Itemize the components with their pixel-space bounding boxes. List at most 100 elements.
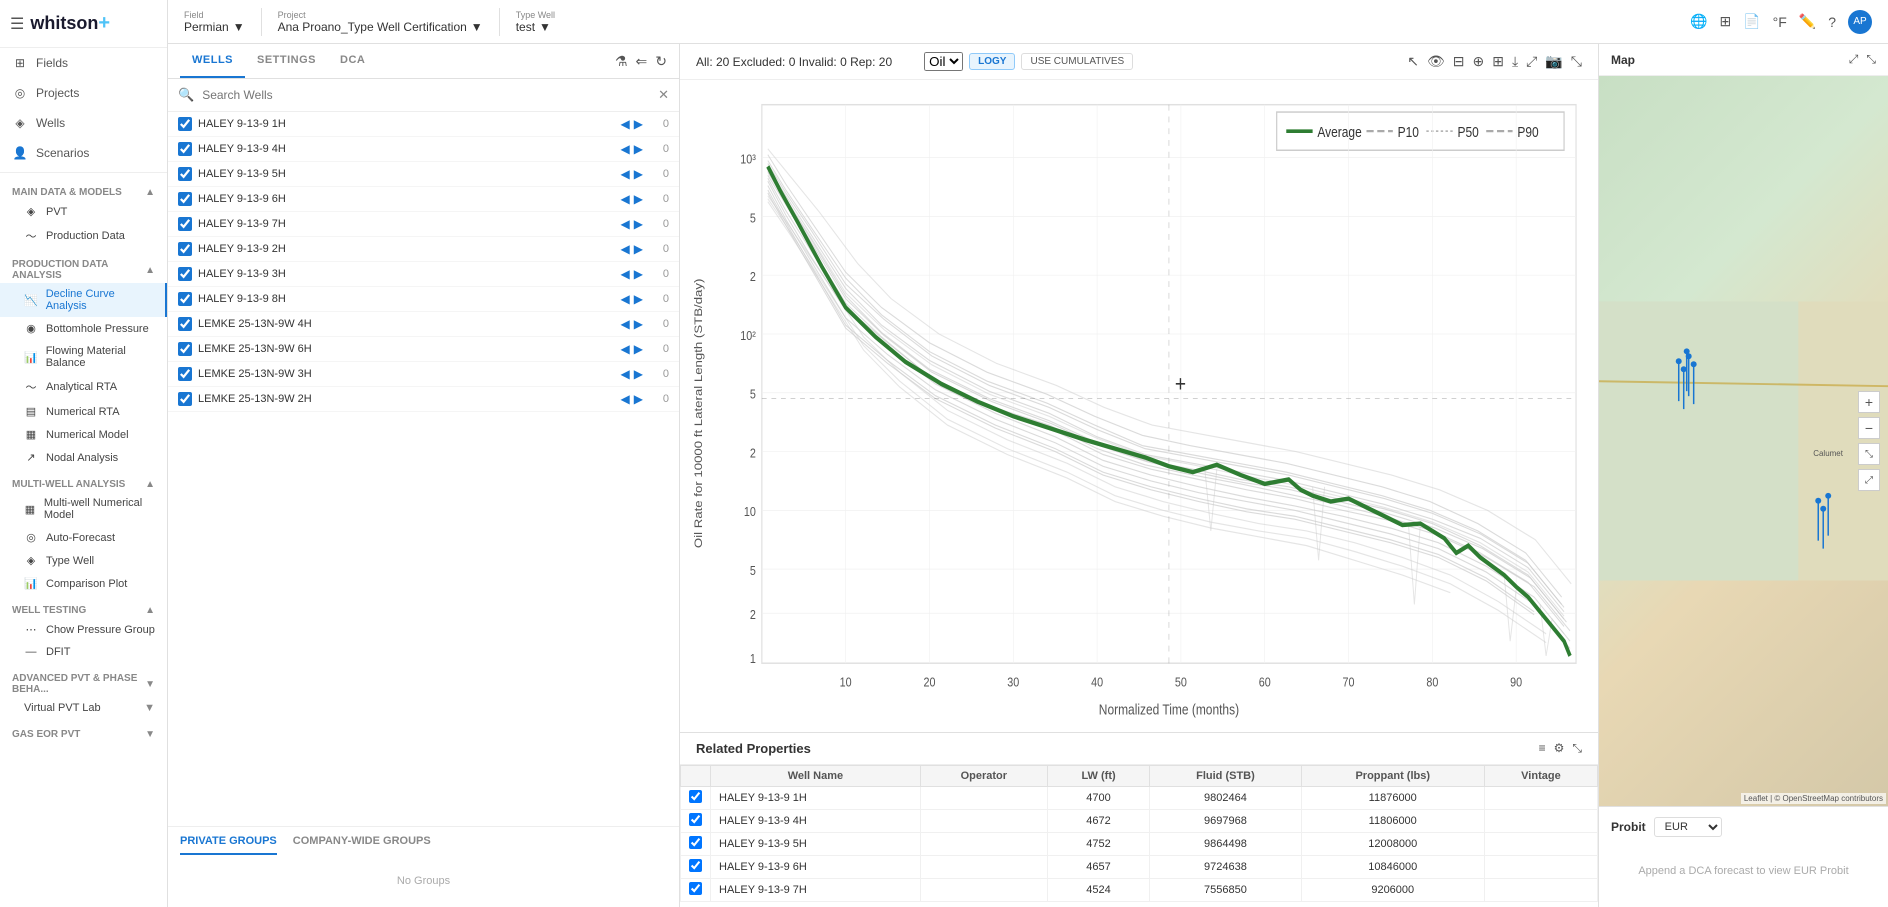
well-checkbox-3[interactable]: [178, 167, 192, 181]
expand-icon[interactable]: ⤡: [1571, 53, 1582, 70]
project-selector[interactable]: Project Ana Proano_Type Well Certificati…: [278, 10, 483, 34]
arrow-left-10[interactable]: ◀: [621, 342, 630, 356]
sidebar-item-numerical-model[interactable]: ▦ Numerical Model: [0, 423, 167, 446]
map-fullscreen-btn[interactable]: ⤡: [1858, 443, 1880, 465]
arrow-right-8[interactable]: ▶: [634, 292, 643, 306]
sidebar-item-dca[interactable]: 📉 Decline Curve Analysis: [0, 283, 167, 317]
table-icon[interactable]: ⊟: [1453, 53, 1465, 70]
arrow-left-12[interactable]: ◀: [621, 392, 630, 406]
help-icon[interactable]: ?: [1828, 14, 1836, 30]
well-checkbox-9[interactable]: [178, 317, 192, 331]
arrow-left-9[interactable]: ◀: [621, 317, 630, 331]
fluid-selector[interactable]: Oil: [924, 52, 963, 71]
temperature-icon[interactable]: °F: [1773, 14, 1787, 30]
chevron-icon-5[interactable]: ▼: [145, 679, 155, 690]
well-checkbox-6[interactable]: [178, 242, 192, 256]
sidebar-item-chow[interactable]: ⋯ Chow Pressure Group: [0, 618, 167, 641]
arrow-right-5[interactable]: ▶: [634, 217, 643, 231]
sidebar-item-bottomhole[interactable]: ◉ Bottomhole Pressure: [0, 317, 167, 340]
arrow-right-9[interactable]: ▶: [634, 317, 643, 331]
logy-button[interactable]: LOGY: [969, 53, 1015, 70]
arrow-left-6[interactable]: ◀: [621, 242, 630, 256]
settings-icon[interactable]: ⚙: [1554, 741, 1565, 756]
refresh-icon[interactable]: ↻: [655, 53, 667, 70]
download-icon[interactable]: ⤓: [1512, 53, 1518, 70]
row-checkbox-3[interactable]: [689, 836, 702, 849]
sidebar-item-production-data[interactable]: 〜 Production Data: [0, 223, 167, 249]
avatar-icon[interactable]: AP: [1848, 10, 1872, 34]
well-checkbox-10[interactable]: [178, 342, 192, 356]
sidebar-item-comparison[interactable]: 📊 Comparison Plot: [0, 572, 167, 595]
probit-selector[interactable]: EUR: [1654, 817, 1722, 837]
grid-icon[interactable]: ⊞: [1719, 13, 1731, 30]
tab-settings[interactable]: SETTINGS: [245, 44, 328, 78]
tab-company-groups[interactable]: COMPANY-WIDE GROUPS: [293, 835, 431, 855]
arrow-right-1[interactable]: ▶: [634, 117, 643, 131]
search-input[interactable]: [202, 88, 650, 102]
arrow-right-12[interactable]: ▶: [634, 392, 643, 406]
map-collapse-btn[interactable]: ⤢: [1858, 469, 1880, 491]
arrow-left-7[interactable]: ◀: [621, 267, 630, 281]
arrow-left-2[interactable]: ◀: [621, 142, 630, 156]
row-checkbox-1[interactable]: [689, 790, 702, 803]
tab-private-groups[interactable]: PRIVATE GROUPS: [180, 835, 277, 855]
clear-search-icon[interactable]: ✕: [658, 87, 669, 103]
type-well-selector[interactable]: Type Well test ▼: [516, 10, 555, 34]
eye-icon[interactable]: 👁: [1427, 53, 1445, 70]
chevron-icon[interactable]: ▲: [145, 187, 155, 198]
map-expand-icon[interactable]: ⤢: [1849, 52, 1859, 67]
well-checkbox-2[interactable]: [178, 142, 192, 156]
filter-icon[interactable]: ⚗: [615, 53, 628, 70]
arrow-left-4[interactable]: ◀: [621, 192, 630, 206]
chevron-icon-4[interactable]: ▲: [145, 605, 155, 616]
sidebar-item-projects[interactable]: ◎ Projects: [0, 78, 167, 108]
sidebar-item-scenarios[interactable]: 👤 Scenarios: [0, 138, 167, 168]
row-checkbox-2[interactable]: [689, 813, 702, 826]
arrow-left-8[interactable]: ◀: [621, 292, 630, 306]
row-checkbox-5[interactable]: [689, 882, 702, 895]
well-checkbox-4[interactable]: [178, 192, 192, 206]
zoom-in-button[interactable]: +: [1858, 391, 1880, 413]
map-fullscreen-icon[interactable]: ⤡: [1866, 52, 1876, 67]
compare-icon[interactable]: ⊞: [1492, 53, 1504, 70]
globe-icon[interactable]: 🌐: [1690, 13, 1707, 30]
row-checkbox-4[interactable]: [689, 859, 702, 872]
sidebar-item-nodal[interactable]: ↗ Nodal Analysis: [0, 446, 167, 469]
back-icon[interactable]: ⇐: [636, 53, 648, 70]
sidebar-item-wells[interactable]: ◈ Wells: [0, 108, 167, 138]
tab-dca[interactable]: DCA: [328, 44, 377, 78]
arrow-right-7[interactable]: ▶: [634, 267, 643, 281]
sidebar-item-fields[interactable]: ⊞ Fields: [0, 48, 167, 78]
field-selector[interactable]: Field Permian ▼: [184, 10, 245, 34]
sidebar-item-multiwell-num[interactable]: ▦ Multi-well Numerical Model: [0, 492, 167, 526]
zoom-icon[interactable]: ⤢: [1526, 53, 1537, 70]
arrow-left-3[interactable]: ◀: [621, 167, 630, 181]
camera-icon[interactable]: 📷: [1545, 53, 1562, 70]
sidebar-item-analytical-rta[interactable]: 〜 Analytical RTA: [0, 374, 167, 400]
chevron-icon-3[interactable]: ▲: [145, 479, 155, 490]
list-icon[interactable]: ≡: [1539, 741, 1546, 756]
sidebar-item-type-well[interactable]: ◈ Type Well: [0, 549, 167, 572]
well-checkbox-8[interactable]: [178, 292, 192, 306]
cursor-icon[interactable]: ↖: [1407, 53, 1419, 70]
arrow-right-10[interactable]: ▶: [634, 342, 643, 356]
crosshair-icon[interactable]: ⊕: [1472, 53, 1484, 70]
well-checkbox-7[interactable]: [178, 267, 192, 281]
sidebar-item-pvt[interactable]: ◈ PVT: [0, 200, 167, 223]
chevron-icon-6[interactable]: ▼: [145, 729, 155, 740]
zoom-out-button[interactable]: −: [1858, 417, 1880, 439]
arrow-left-11[interactable]: ◀: [621, 367, 630, 381]
sidebar-item-dfit[interactable]: — DFIT: [0, 641, 167, 663]
well-checkbox-11[interactable]: [178, 367, 192, 381]
sidebar-item-numerical-rta[interactable]: ▤ Numerical RTA: [0, 400, 167, 423]
arrow-right-4[interactable]: ▶: [634, 192, 643, 206]
tab-wells[interactable]: WELLS: [180, 44, 245, 78]
sidebar-item-virtual-pvt[interactable]: Virtual PVT Lab ▼: [0, 697, 167, 719]
well-checkbox-5[interactable]: [178, 217, 192, 231]
well-checkbox-1[interactable]: [178, 117, 192, 131]
sidebar-item-autoforecast[interactable]: ◎ Auto-Forecast: [0, 526, 167, 549]
document-icon[interactable]: 📄: [1743, 13, 1760, 30]
arrow-right-2[interactable]: ▶: [634, 142, 643, 156]
sidebar-item-fmb[interactable]: 📊 Flowing Material Balance: [0, 340, 167, 374]
arrow-left-5[interactable]: ◀: [621, 217, 630, 231]
